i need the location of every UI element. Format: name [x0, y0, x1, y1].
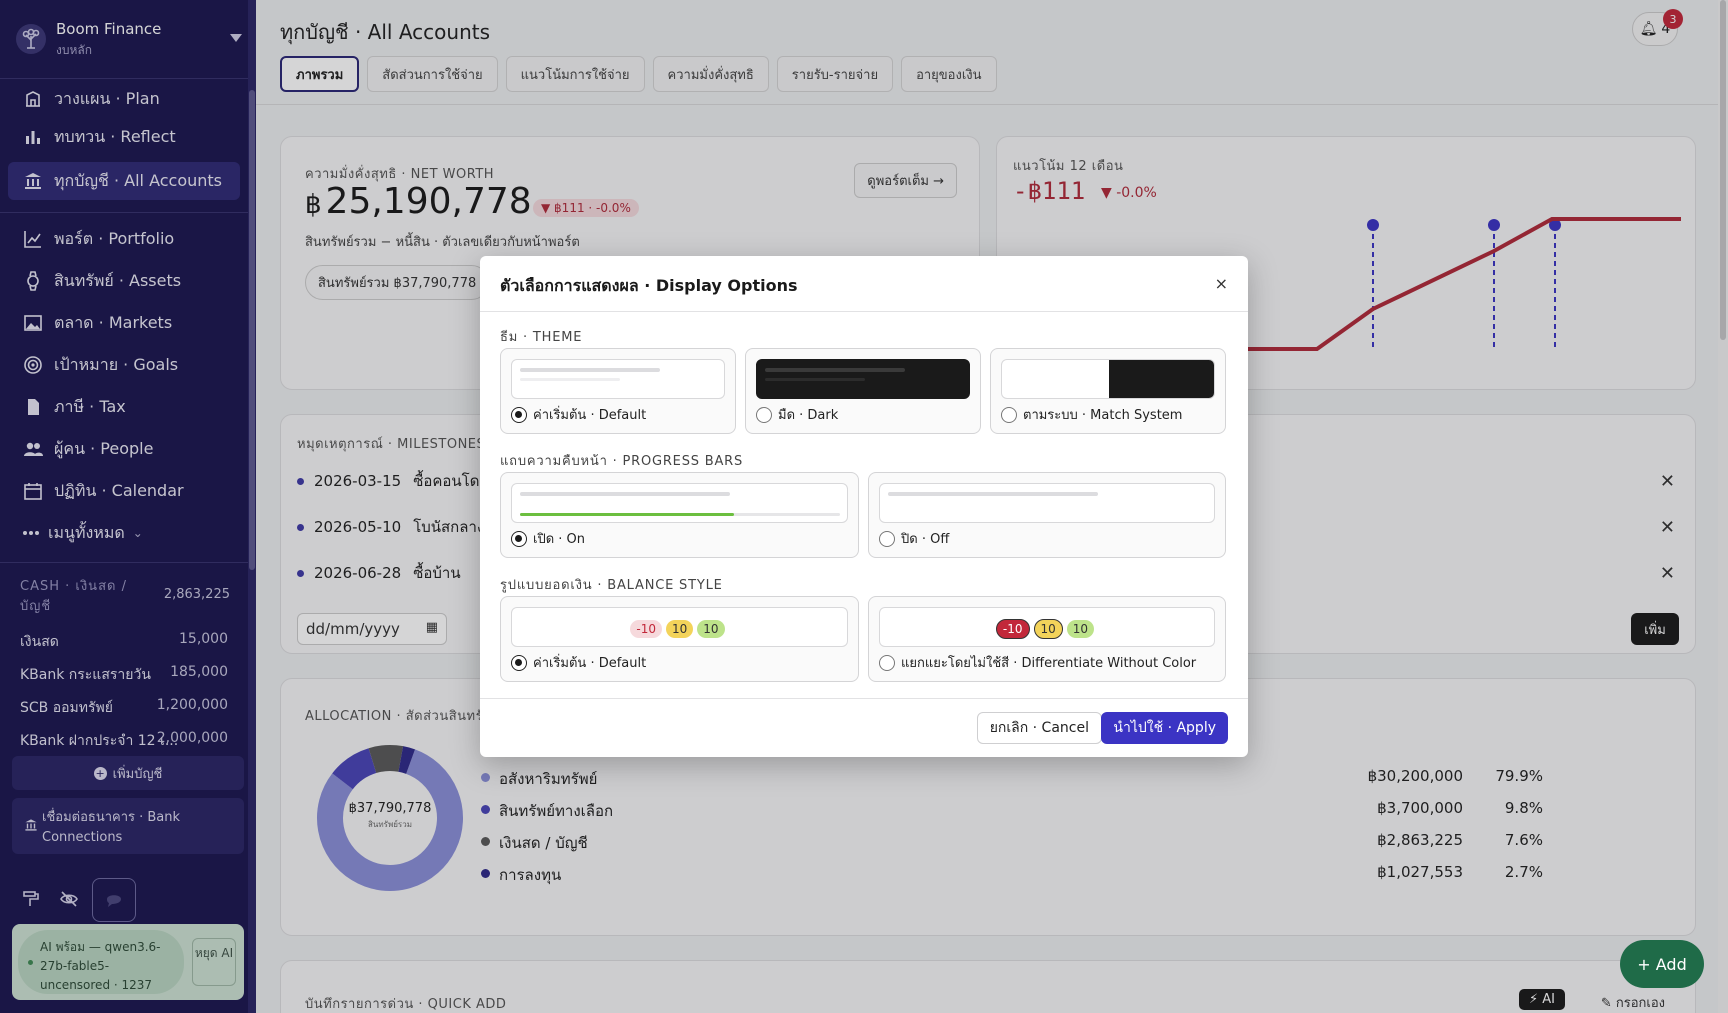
display-options-dialog: ตัวเลือกการแสดงผล · Display Options × ธี… — [480, 256, 1248, 757]
apply-button[interactable]: นำไปใช้ · Apply — [1101, 712, 1228, 744]
close-button[interactable]: × — [1215, 274, 1228, 293]
progress-fill — [520, 513, 734, 516]
balance-chips: -10 10 10 — [880, 618, 1214, 639]
divider — [480, 311, 1248, 312]
preview-line — [520, 378, 620, 381]
preview-line — [765, 378, 865, 381]
balance-section-label: รูปแบบยอดเงิน · BALANCE STYLE — [500, 578, 723, 593]
warning-chip: 10 — [666, 620, 694, 638]
theme-option-system[interactable]: ตามระบบ · Match System — [990, 348, 1226, 434]
progress-option-on[interactable]: เปิด · On — [500, 472, 859, 558]
option-label: เปิด · On — [533, 532, 586, 547]
progress-preview-off — [879, 483, 1215, 523]
theme-option-dark[interactable]: มืด · Dark — [745, 348, 981, 434]
option-label: ค่าเริ่มต้น · Default — [533, 408, 647, 423]
dialog-footer: ยกเลิก · Cancel นำไปใช้ · Apply — [480, 698, 1248, 757]
balance-chips: -10 10 10 — [512, 618, 847, 638]
balance-option-no-color[interactable]: -10 10 10 แยกแยะโดยไม่ใช้สี · Differentiat… — [868, 596, 1226, 682]
preview-line — [888, 492, 1098, 496]
balance-preview-no-color: -10 10 10 — [879, 607, 1215, 647]
radio-row[interactable]: แยกแยะโดยไม่ใช้สี · Differentiate Withou… — [879, 652, 1196, 673]
preview-line — [765, 368, 905, 372]
radio-row[interactable]: มืด · Dark — [756, 404, 838, 425]
option-label: ค่าเริ่มต้น · Default — [533, 656, 647, 671]
progress-preview-on — [511, 483, 848, 523]
radio-selected[interactable] — [511, 406, 527, 423]
balance-option-default[interactable]: -10 10 10 ค่าเริ่มต้น · Default — [500, 596, 859, 682]
radio-row[interactable]: ค่าเริ่มต้น · Default — [511, 404, 646, 425]
preview-dark-half — [1109, 360, 1214, 398]
radio-row[interactable]: ตามระบบ · Match System — [1001, 404, 1182, 425]
preview-line — [520, 368, 660, 372]
add-fab-button[interactable]: + Add — [1620, 940, 1704, 988]
cancel-button[interactable]: ยกเลิก · Cancel — [976, 712, 1102, 744]
theme-preview-light — [511, 359, 725, 399]
option-label: มืด · Dark — [778, 408, 839, 423]
radio-unselected[interactable] — [1001, 406, 1017, 423]
option-label: ตามระบบ · Match System — [1023, 408, 1183, 423]
theme-preview-dark — [756, 359, 970, 399]
radio-unselected[interactable] — [756, 406, 772, 423]
progress-option-off[interactable]: ปิด · Off — [868, 472, 1226, 558]
radio-selected[interactable] — [511, 530, 527, 547]
balance-preview-default: -10 10 10 — [511, 607, 848, 647]
radio-selected[interactable] — [511, 654, 527, 671]
theme-option-default[interactable]: ค่าเริ่มต้น · Default — [500, 348, 736, 434]
positive-chip: 10 — [1066, 620, 1095, 638]
radio-row[interactable]: ปิด · Off — [879, 528, 949, 549]
negative-chip: -10 — [995, 619, 1030, 639]
theme-preview-split — [1001, 359, 1215, 399]
negative-chip: -10 — [630, 620, 663, 638]
radio-row[interactable]: ค่าเริ่มต้น · Default — [511, 652, 646, 673]
preview-line — [520, 492, 730, 496]
dialog-title: ตัวเลือกการแสดงผล · Display Options — [500, 276, 798, 295]
warning-chip: 10 — [1033, 619, 1063, 639]
theme-section-label: ธีม · THEME — [500, 330, 583, 345]
option-label: ปิด · Off — [901, 532, 950, 547]
radio-row[interactable]: เปิด · On — [511, 528, 585, 549]
progress-section-label: แถบความคืบหน้า · PROGRESS BARS — [500, 454, 744, 469]
radio-unselected[interactable] — [879, 530, 895, 547]
option-label: แยกแยะโดยไม่ใช้สี · Differentiate Withou… — [901, 656, 1197, 671]
positive-chip: 10 — [697, 620, 725, 638]
radio-unselected[interactable] — [879, 654, 895, 671]
